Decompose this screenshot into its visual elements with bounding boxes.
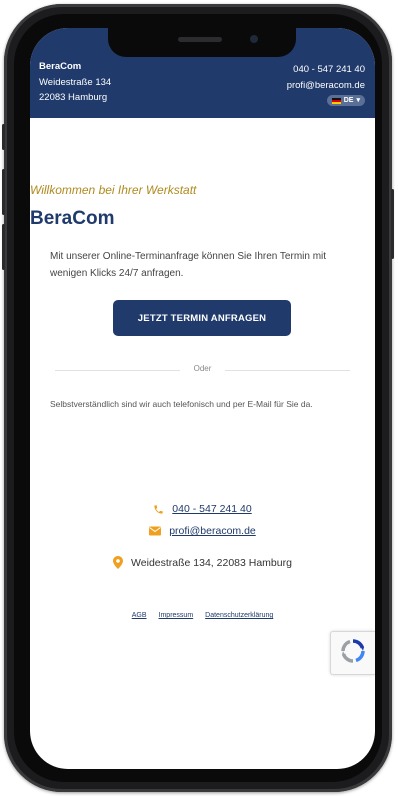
side-button (2, 124, 5, 150)
language-label: DE (343, 96, 354, 104)
page-title: BeraCom (30, 208, 115, 229)
email-link[interactable]: profi@beracom.de (169, 525, 256, 537)
footer-link-impressum[interactable]: Impressum (159, 612, 194, 619)
caret-down-icon: ▾ (356, 96, 360, 104)
address-row: Weidestraße 134, 22083 Hamburg (30, 556, 375, 569)
side-button (2, 224, 5, 270)
header-phone-link[interactable]: 040 - 547 241 40 (287, 62, 365, 78)
header-company-name: BeraCom (39, 61, 82, 72)
phone-screen: BeraCom Weidestraße 134 22083 Hamburg 04… (30, 28, 375, 769)
header-city: 22083 Hamburg (39, 92, 108, 103)
german-flag-icon (331, 97, 341, 104)
mail-icon (149, 526, 162, 536)
request-appointment-button[interactable]: JETZT TERMIN ANFRAGEN (113, 300, 291, 336)
contact-info-text: Selbstverständlich sind wir auch telefon… (50, 399, 313, 409)
or-divider: Oder (55, 364, 350, 373)
language-selector[interactable]: DE ▾ (326, 95, 365, 106)
location-pin-icon (113, 556, 124, 569)
header-email-link[interactable]: profi@beracom.de (287, 78, 365, 94)
divider-line (225, 370, 350, 371)
address-text: Weidestraße 134, 22083 Hamburg (131, 556, 292, 569)
phone-link[interactable]: 040 - 547 241 40 (172, 503, 251, 515)
side-button (2, 169, 5, 215)
footer-link-privacy[interactable]: Datenschutzerklärung (205, 612, 273, 619)
header-contact-right: 040 - 547 241 40 profi@beracom.de DE ▾ (287, 62, 365, 109)
side-button (391, 189, 394, 259)
recaptcha-icon (340, 638, 366, 669)
welcome-text: Willkommen bei Ihrer Werkstatt (30, 183, 197, 197)
footer-link-agb[interactable]: AGB (132, 612, 147, 619)
speaker-grille (178, 37, 222, 42)
recaptcha-badge[interactable] (330, 631, 375, 675)
divider-label: Oder (193, 364, 212, 373)
phone-contact-row: 040 - 547 241 40 (30, 503, 375, 515)
footer-links: AGB Impressum Datenschutzerklärung (30, 612, 375, 619)
intro-text: Mit unserer Online-Terminanfrage können … (50, 251, 327, 279)
header-street: Weidestraße 134 (39, 76, 112, 88)
phone-notch (108, 28, 296, 57)
phone-icon (153, 504, 164, 515)
header-contact-left: BeraCom Weidestraße 134 22083 Hamburg (39, 59, 111, 106)
front-camera (250, 35, 258, 43)
email-contact-row: profi@beracom.de (30, 525, 375, 537)
